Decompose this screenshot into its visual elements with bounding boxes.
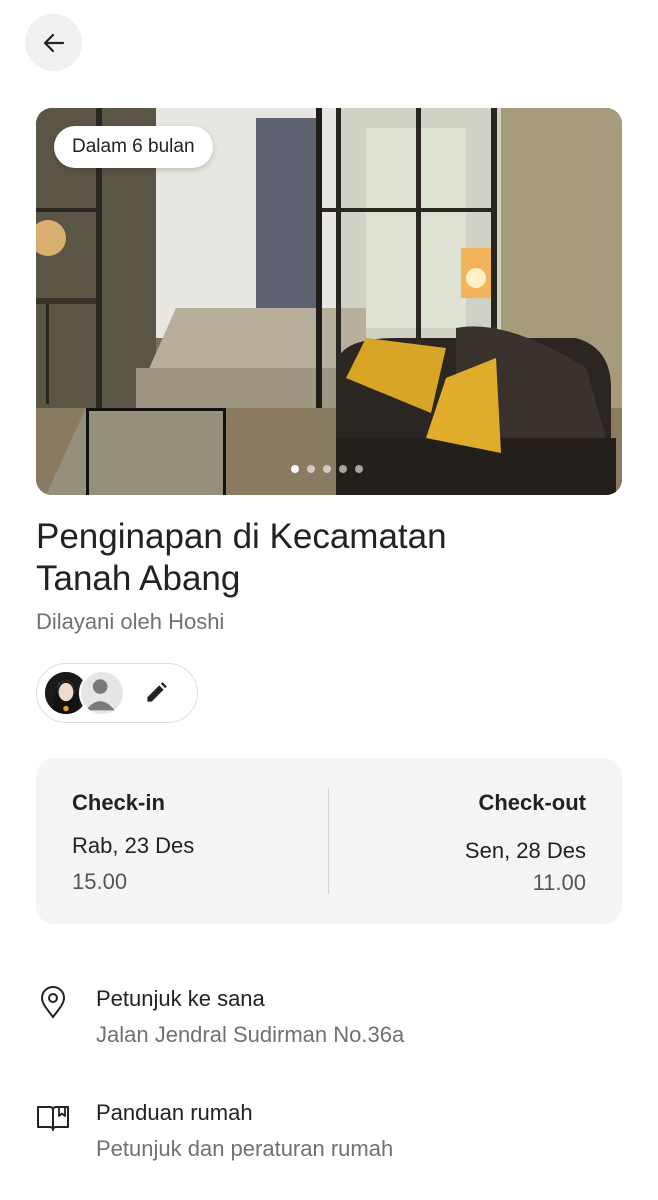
checkout-date: Sen, 28 Des xyxy=(464,838,586,863)
open-book-icon xyxy=(37,1106,69,1131)
carousel-dot[interactable] xyxy=(355,465,363,473)
arrow-left-icon xyxy=(43,33,64,52)
back-button[interactable] xyxy=(25,14,82,71)
guests-pill[interactable] xyxy=(36,663,198,723)
house-manual-row[interactable]: Panduan rumah Petunjuk dan peraturan rum… xyxy=(36,1100,622,1170)
directions-label: Petunjuk ke sana xyxy=(96,986,265,1011)
directions-row[interactable]: Petunjuk ke sana Jalan Jendral Sudirman … xyxy=(36,986,622,1056)
checkout-section: Check-out Sen, 28 Des 11.00 xyxy=(465,790,586,896)
carousel-dot[interactable] xyxy=(291,465,299,473)
house-manual-label: Panduan rumah xyxy=(96,1100,253,1125)
carousel-dot[interactable] xyxy=(323,465,331,473)
listing-title-line2: Tanah Abang xyxy=(36,559,241,598)
pencil-icon[interactable] xyxy=(143,680,169,706)
checkin-label: Check-in xyxy=(72,790,165,815)
listing-photo-carousel[interactable]: Dalam 6 bulan xyxy=(36,108,622,495)
host-name: Dilayani oleh Hoshi xyxy=(36,609,225,634)
listing-title-line1: Penginapan di Kecamatan xyxy=(36,517,447,556)
checkout-time: 11.00 xyxy=(532,870,586,895)
checkout-label: Check-out xyxy=(478,790,586,815)
person-icon xyxy=(85,679,115,711)
directions-address: Jalan Jendral Sudirman No.36a xyxy=(96,1022,405,1047)
reservation-dates-card: Check-in Rab, 23 Des 15.00 Check-out Sen… xyxy=(36,758,622,924)
carousel-dot[interactable] xyxy=(339,465,347,473)
divider xyxy=(328,788,329,894)
carousel-dot[interactable] xyxy=(307,465,315,473)
house-manual-desc: Petunjuk dan peraturan rumah xyxy=(96,1136,394,1161)
carousel-indicator xyxy=(291,465,363,473)
availability-badge: Dalam 6 bulan xyxy=(54,126,213,168)
guest-avatar xyxy=(79,670,125,716)
listing-title: Penginapan di Kecamatan Tanah Abang xyxy=(36,516,596,600)
location-pin-icon xyxy=(40,986,66,1019)
checkin-date: Rab, 23 Des xyxy=(72,833,195,858)
checkin-section: Check-in Rab, 23 Des 15.00 xyxy=(72,790,194,895)
checkin-time: 15.00 xyxy=(72,869,128,894)
